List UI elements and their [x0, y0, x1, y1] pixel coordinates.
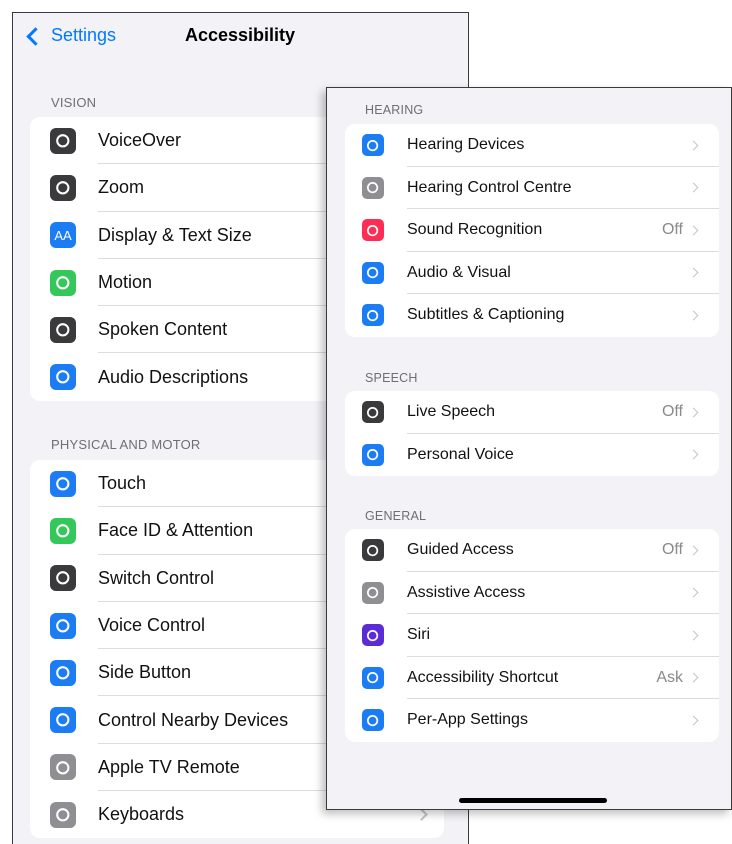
- row-value: Ask: [656, 668, 683, 686]
- chevron-right-icon: [688, 630, 699, 641]
- row-label: Voice Control: [98, 615, 206, 636]
- chevron-right-icon: [688, 225, 699, 236]
- row-label: Hearing Devices: [407, 136, 525, 154]
- face-id-icon: [50, 517, 76, 544]
- toggles-icon: [362, 176, 384, 199]
- back-label: Settings: [51, 25, 117, 45]
- home-indicator[interactable]: [459, 798, 607, 803]
- row-label: Guided Access: [407, 541, 514, 559]
- ear-icon: [362, 134, 384, 157]
- keyboard-icon: [50, 801, 76, 828]
- settings-row-live-speech[interactable]: Live Speech Off: [345, 391, 719, 434]
- voice-control-icon: [50, 612, 76, 639]
- chevron-right-icon: [415, 808, 428, 822]
- accessibility-overlay-screen: HEARING Hearing Devices Hearing Control C…: [326, 87, 732, 810]
- chevron-right-icon: [688, 140, 699, 151]
- row-label: Motion: [98, 272, 153, 293]
- hearing-group: Hearing Devices Hearing Control Centre Sou…: [345, 124, 719, 337]
- row-label: Face ID & Attention: [98, 520, 254, 541]
- accessibility-icon: [362, 666, 384, 689]
- settings-row-personal-voice[interactable]: Personal Voice: [345, 434, 719, 477]
- text-size-icon: AA: [50, 222, 76, 249]
- chevron-right-icon: [688, 182, 699, 193]
- row-label: Apple TV Remote: [98, 756, 240, 777]
- row-label: Assistive Access: [407, 583, 526, 601]
- assistive-access-icon: [362, 581, 384, 604]
- row-label: Audio Descriptions: [98, 366, 249, 387]
- page-title: Accessibility: [185, 25, 296, 45]
- settings-row-siri[interactable]: Siri: [345, 614, 719, 657]
- back-button[interactable]: Settings: [25, 25, 116, 46]
- settings-row-accessibility-shortcut[interactable]: Accessibility Shortcut Ask: [345, 657, 719, 699]
- motion-icon: [50, 269, 76, 296]
- row-label: Accessibility Shortcut: [407, 668, 559, 686]
- section-header-speech: SPEECH: [365, 371, 418, 385]
- row-label: Per-App Settings: [407, 711, 528, 729]
- chevron-right-icon: [688, 407, 699, 418]
- row-label: Display & Text Size: [98, 224, 252, 245]
- settings-row-hearing-devices[interactable]: Hearing Devices: [345, 124, 719, 167]
- row-label: Personal Voice: [407, 445, 514, 463]
- spoken-content-icon: [50, 316, 76, 343]
- personal-voice-icon: [362, 443, 384, 466]
- siri-icon: [362, 624, 384, 647]
- zoom-icon: [50, 174, 76, 201]
- switch-control-icon: [50, 565, 76, 592]
- row-value: Off: [661, 221, 683, 239]
- audio-visual-icon: [362, 261, 384, 284]
- row-value: Off: [661, 403, 683, 421]
- lock-icon: [362, 539, 384, 562]
- row-value: Off: [661, 541, 683, 559]
- live-speech-icon: [362, 401, 384, 424]
- touch-icon: [50, 470, 76, 497]
- row-label: Siri: [407, 626, 431, 644]
- per-app-icon: [362, 709, 384, 732]
- nearby-devices-icon: [50, 707, 76, 734]
- audio-descriptions-icon: [50, 364, 76, 391]
- row-label: Sound Recognition: [407, 221, 543, 239]
- row-label: Spoken Content: [98, 319, 228, 340]
- speech-group: Live Speech Off Personal Voice: [345, 391, 719, 476]
- navigation-bar: Settings Accessibility: [13, 13, 468, 57]
- section-header-general: GENERAL: [365, 509, 427, 523]
- row-label: Switch Control: [98, 567, 215, 588]
- row-label: Zoom: [98, 177, 145, 198]
- settings-row-guided-access[interactable]: Guided Access Off: [345, 529, 719, 572]
- sound-recognition-icon: [362, 219, 384, 242]
- section-header-vision: VISION: [51, 95, 97, 110]
- row-label: Keyboards: [98, 804, 185, 825]
- row-label: Subtitles & Captioning: [407, 306, 565, 324]
- chevron-right-icon: [688, 672, 699, 683]
- chevron-left-icon: [26, 26, 45, 46]
- chevron-right-icon: [688, 267, 699, 278]
- settings-row-assistive-access[interactable]: Assistive Access: [345, 572, 719, 614]
- section-header-physical-motor: PHYSICAL AND MOTOR: [51, 437, 201, 452]
- general-group: Guided Access Off Assistive Access Siri Acce…: [345, 529, 719, 742]
- chevron-right-icon: [688, 587, 699, 598]
- row-label: Audio & Visual: [407, 263, 511, 281]
- chevron-right-icon: [688, 545, 699, 556]
- settings-row-hearing-control-centre[interactable]: Hearing Control Centre: [345, 167, 719, 209]
- tv-remote-icon: [50, 754, 76, 781]
- row-label: Touch: [98, 473, 147, 494]
- settings-row-sound-recognition[interactable]: Sound Recognition Off: [345, 209, 719, 252]
- section-header-hearing: HEARING: [365, 103, 424, 117]
- chevron-right-icon: [688, 715, 699, 726]
- settings-row-per-app-settings[interactable]: Per-App Settings: [345, 699, 719, 742]
- row-label: Hearing Control Centre: [407, 178, 572, 196]
- settings-row-subtitles-and-captioning[interactable]: Subtitles & Captioning: [345, 294, 719, 337]
- settings-row-audio-and-visual[interactable]: Audio & Visual: [345, 252, 719, 294]
- row-label: Side Button: [98, 662, 192, 683]
- row-label: Control Nearby Devices: [98, 709, 289, 730]
- voiceover-icon: [50, 127, 76, 154]
- chevron-right-icon: [688, 310, 699, 321]
- row-label: Live Speech: [407, 403, 496, 421]
- row-label: VoiceOver: [98, 130, 182, 151]
- side-button-icon: [50, 659, 76, 686]
- chevron-right-icon: [688, 449, 699, 460]
- subtitles-icon: [362, 304, 384, 327]
